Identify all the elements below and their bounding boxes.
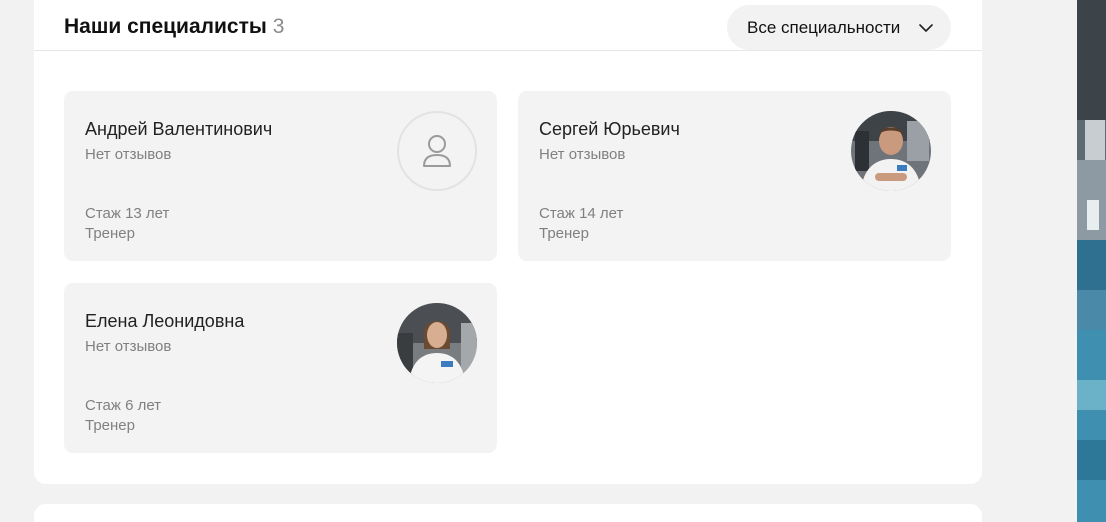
section-title: Наши специалисты 3	[64, 15, 284, 39]
specialist-reviews: Нет отзывов	[85, 146, 172, 163]
specialty-filter-label: Все специальности	[747, 17, 901, 37]
specialist-experience: Стаж 6 лет	[85, 397, 162, 414]
panel-header: Наши специалисты 3 Все специальности	[34, 0, 982, 51]
avatar-photo	[397, 303, 477, 383]
avatar-photo	[851, 111, 931, 191]
pool-photo	[1077, 0, 1106, 522]
user-placeholder-icon	[423, 135, 451, 167]
specialist-name: Андрей Валентинович	[85, 119, 273, 139]
specialist-experience: Стаж 14 лет	[539, 205, 624, 222]
specialist-name: Елена Леонидовна	[85, 311, 245, 331]
background-photo	[1077, 0, 1106, 522]
specialty-filter-dropdown[interactable]: Все специальности	[727, 5, 951, 50]
specialists-count: 3	[272, 15, 285, 38]
specialist-experience: Стаж 13 лет	[85, 205, 170, 222]
person-photo	[397, 303, 477, 383]
specialist-card[interactable]: Андрей Валентинович Нет отзывов Стаж 13 …	[64, 91, 497, 261]
specialist-role: Тренер	[539, 225, 589, 242]
specialist-card[interactable]: Сергей Юрьевич Нет отзывов Стаж 14 лет Т…	[518, 91, 951, 261]
specialist-card[interactable]: Елена Леонидовна Нет отзывов Стаж 6 лет …	[64, 283, 497, 453]
specialist-reviews: Нет отзывов	[539, 146, 626, 163]
chevron-down-icon	[919, 23, 933, 32]
page: Наши специалисты 3 Все специальности Андр…	[0, 0, 1106, 522]
specialist-role: Тренер	[85, 417, 135, 434]
specialist-name: Сергей Юрьевич	[539, 119, 680, 139]
section-title-text: Наши специалисты	[64, 15, 267, 38]
specialist-reviews: Нет отзывов	[85, 338, 172, 355]
next-panel	[34, 504, 982, 522]
person-photo	[851, 111, 931, 191]
avatar	[397, 111, 477, 191]
specialist-role: Тренер	[85, 225, 135, 242]
